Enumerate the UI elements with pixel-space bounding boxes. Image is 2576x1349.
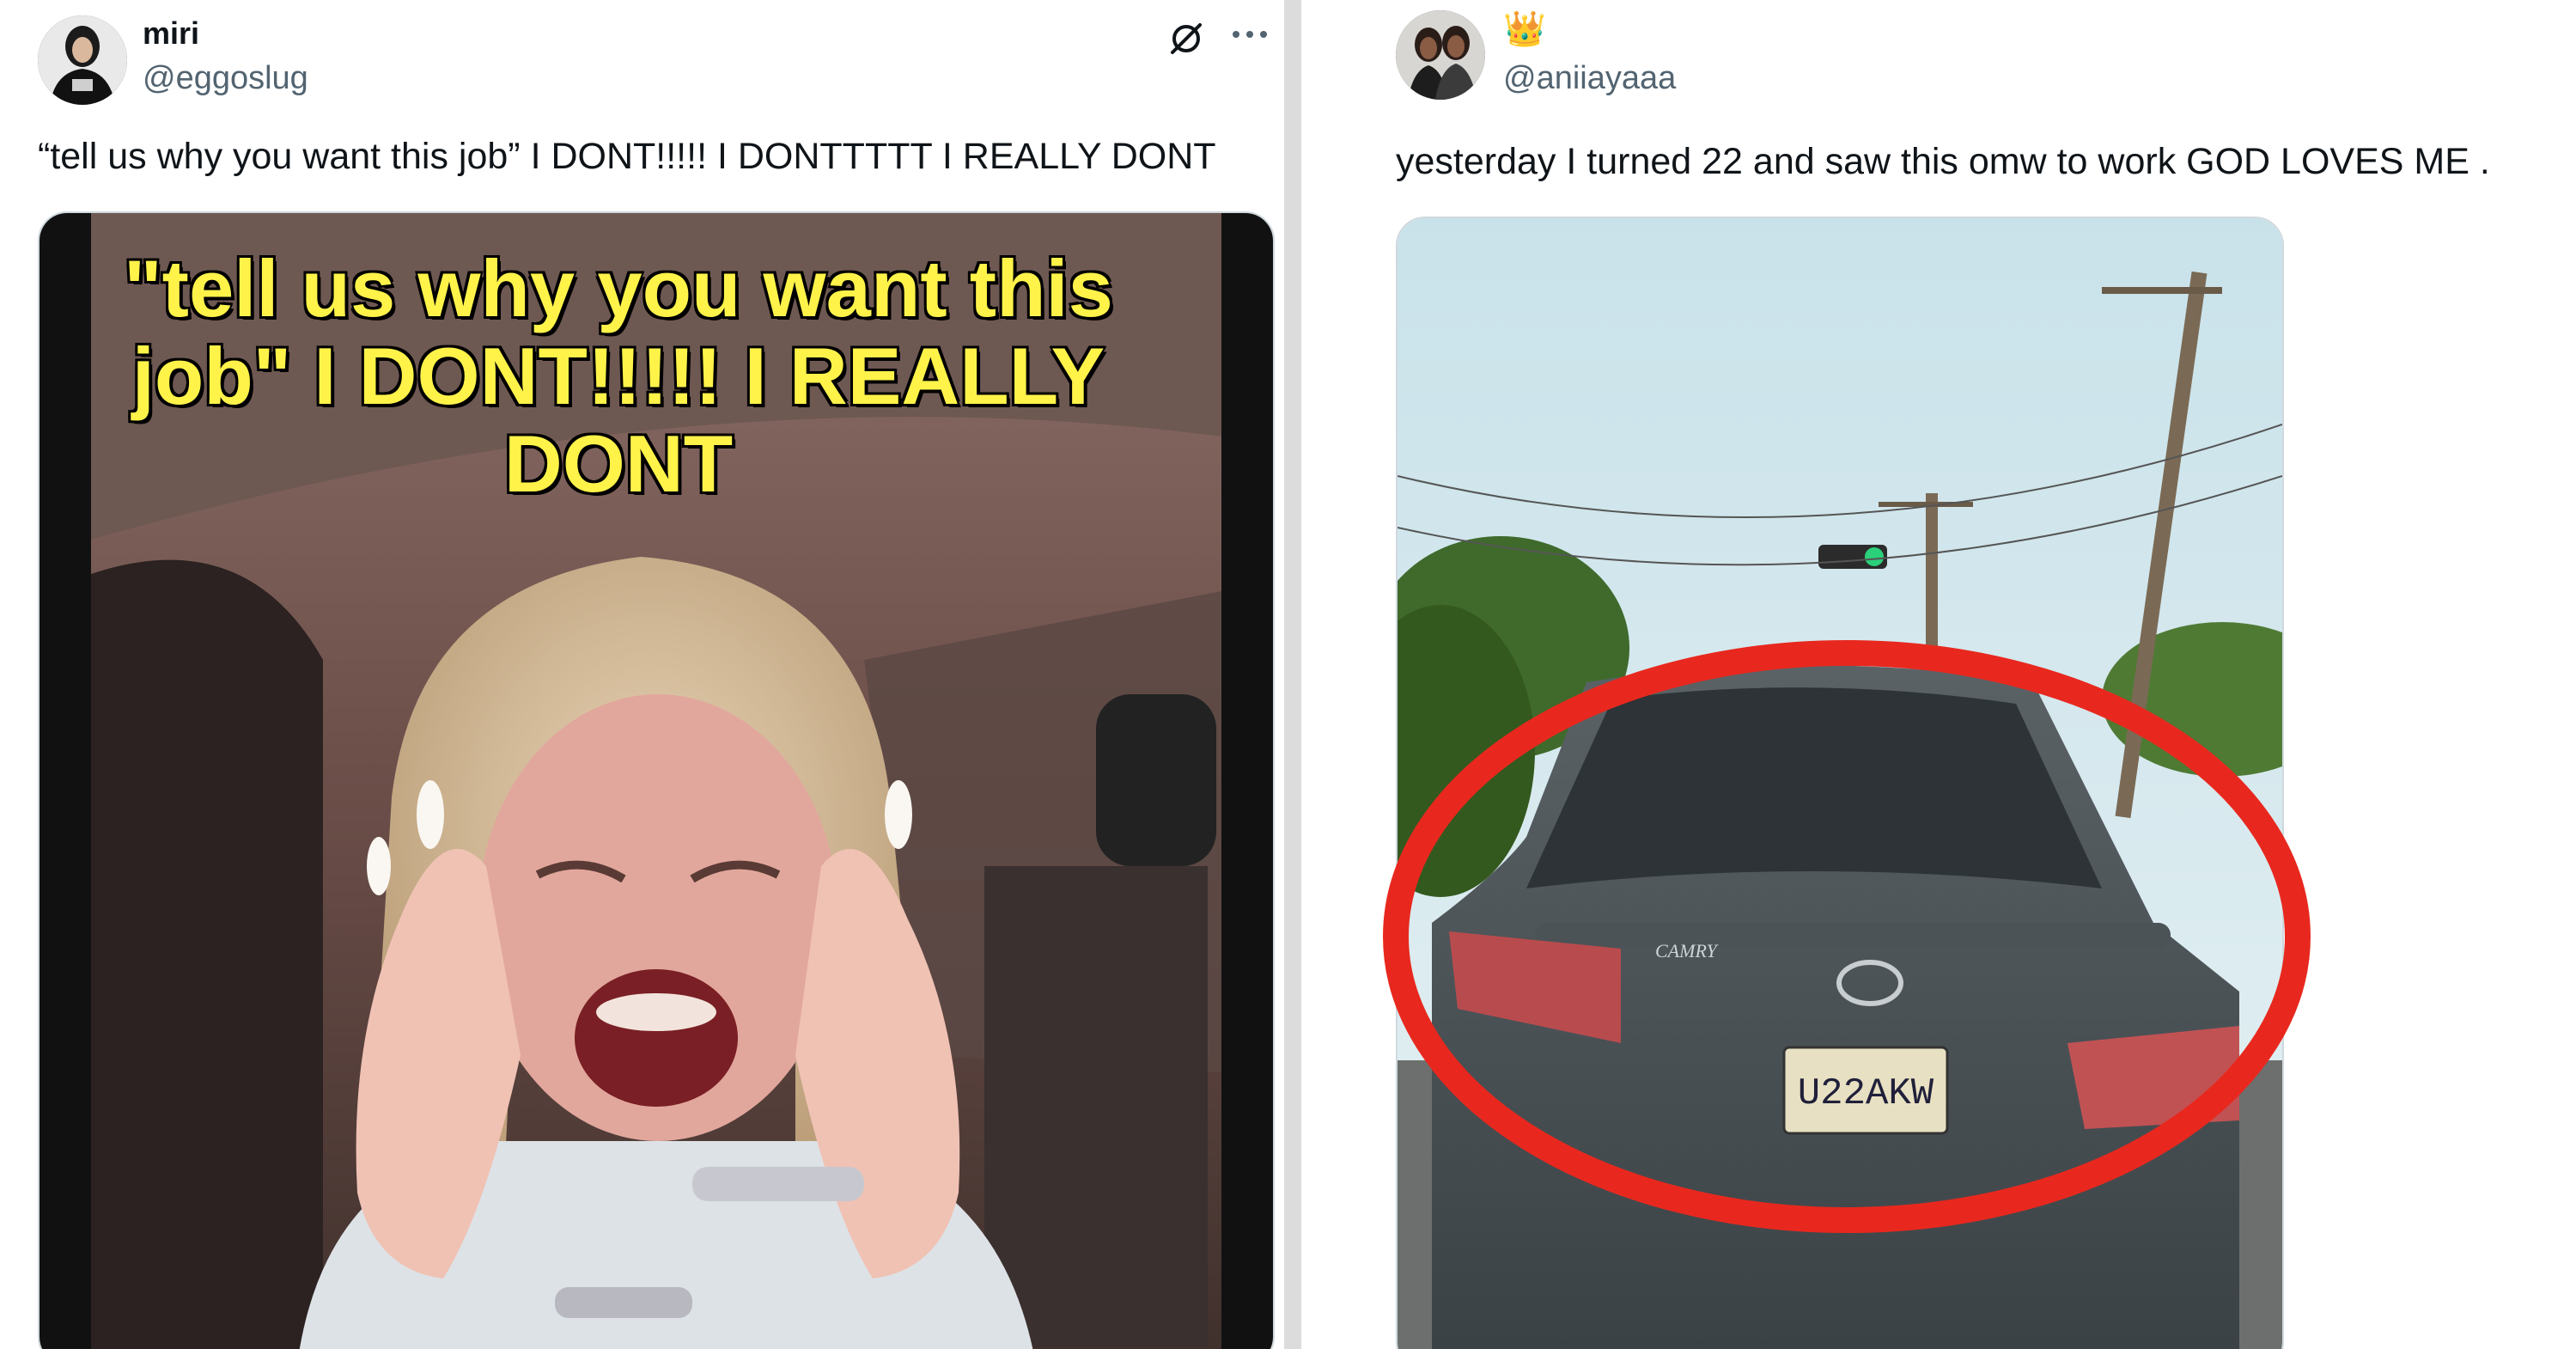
highlight-circle-stroke [1383,640,2311,1233]
more-icon[interactable] [1230,26,1270,47]
video-caption: "tell us why you want this job" I DONT!!… [122,243,1115,510]
tweet-text: yesterday I turned 22 and saw this omw t… [1396,141,2490,182]
avatar[interactable] [38,15,127,105]
display-name[interactable]: miri [143,15,199,52]
tweet-text: “tell us why you want this job” I DONT!!… [38,136,1216,177]
panel-divider [1284,0,1301,1349]
tweet-card-miri: miri @eggoslug “tell us why you want thi… [0,0,1284,1349]
display-name-emoji[interactable]: 👑 [1503,9,1546,49]
highlight-circle [1383,640,2311,1233]
tweet-card-aniiayaaa: 👑 @aniiayaaa yesterday I turned 22 and s… [1301,0,2576,1349]
username-handle[interactable]: @aniiayaaa [1503,60,1676,97]
username-handle[interactable]: @eggoslug [143,60,308,97]
avatar[interactable] [1396,10,1485,100]
grok-icon[interactable] [1165,17,1208,64]
